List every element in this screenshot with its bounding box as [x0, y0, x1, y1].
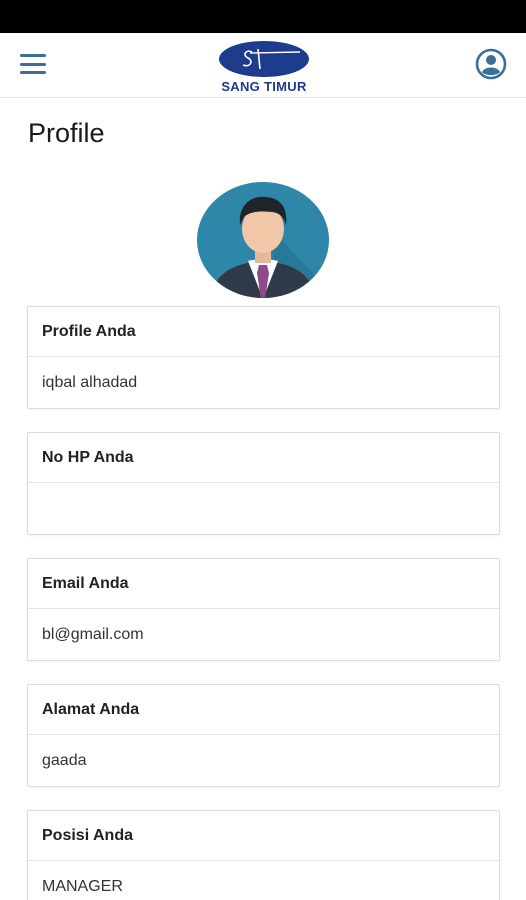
field-value: MANAGER: [42, 877, 123, 895]
status-bar: [0, 0, 526, 33]
field-value: [28, 483, 499, 534]
account-circle-icon: [475, 48, 507, 80]
logo-emblem-icon: [219, 41, 309, 77]
account-button[interactable]: [474, 47, 508, 81]
field-card-phone: No HP Anda: [27, 432, 500, 535]
page-title: Profile: [28, 118, 105, 148]
menu-button[interactable]: [18, 51, 48, 77]
field-card-email: Email Anda bl@gmail.com: [27, 558, 500, 661]
field-card-position: Posisi Anda MANAGER: [27, 810, 500, 900]
field-card-address: Alamat Anda gaada: [27, 684, 500, 787]
field-card-profile: Profile Anda iqbal alhadad: [27, 306, 500, 409]
field-label: Posisi Anda: [28, 811, 499, 861]
user-avatar: [196, 181, 330, 299]
field-value: gaada: [42, 751, 87, 769]
field-label: Alamat Anda: [28, 685, 499, 735]
field-value: iqbal alhadad: [42, 373, 138, 391]
hamburger-icon: [20, 54, 46, 57]
field-label: Profile Anda: [28, 307, 499, 357]
field-value: bl@gmail.com: [42, 625, 144, 643]
app-header: SANG TIMUR: [0, 33, 526, 98]
field-label: No HP Anda: [28, 433, 499, 483]
profile-fields: Profile Anda iqbal alhadad No HP Anda Em…: [27, 306, 500, 900]
logo: SANG TIMUR: [210, 39, 318, 97]
logo-text: SANG TIMUR: [221, 79, 307, 94]
field-label: Email Anda: [28, 559, 499, 609]
